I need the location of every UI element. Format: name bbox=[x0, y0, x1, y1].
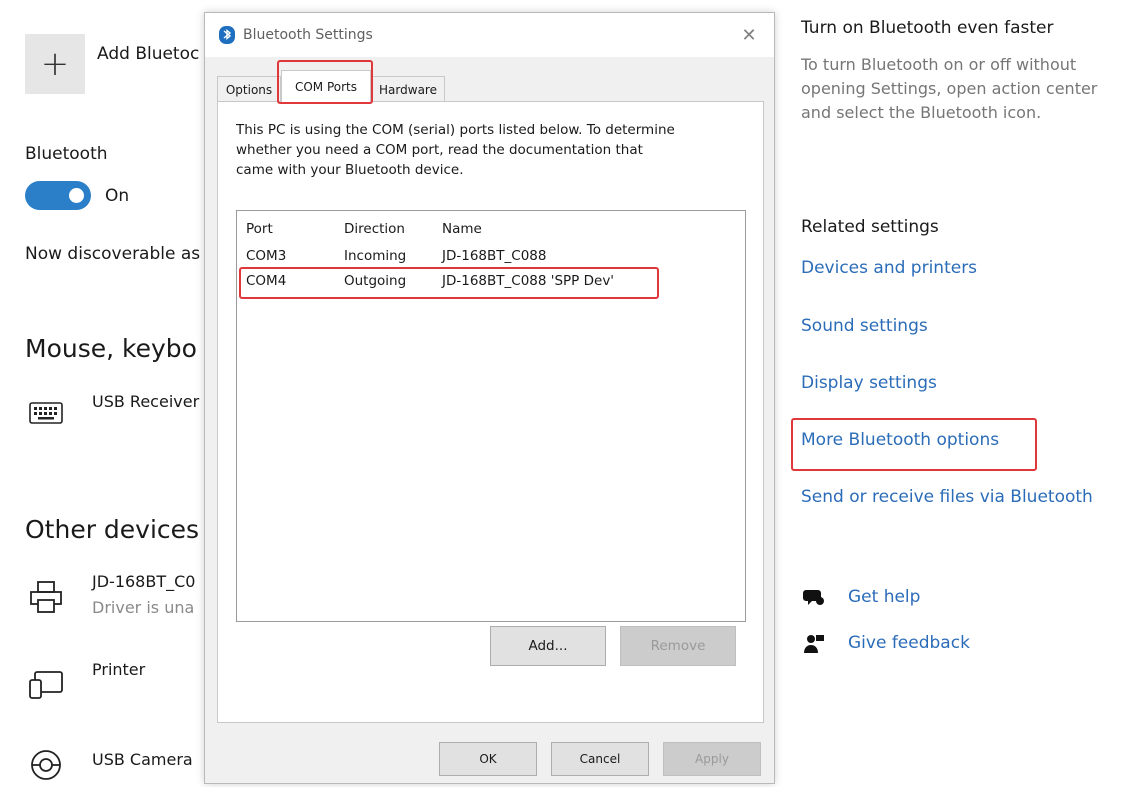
close-icon[interactable]: ✕ bbox=[733, 19, 765, 51]
ok-button[interactable]: OK bbox=[439, 742, 537, 776]
column-header-port[interactable]: Port bbox=[246, 221, 273, 237]
link-sound-settings[interactable]: Sound settings bbox=[801, 316, 928, 336]
other-devices-heading: Other devices bbox=[25, 515, 200, 544]
com-ports-description: This PC is using the COM (serial) ports … bbox=[236, 122, 675, 178]
plus-icon: + bbox=[40, 44, 70, 84]
tab-options[interactable]: Options bbox=[217, 76, 281, 103]
link-send-receive-files[interactable]: Send or receive files via Bluetooth bbox=[801, 487, 1093, 507]
add-device-button[interactable]: + bbox=[25, 34, 85, 94]
devices-icon bbox=[27, 668, 65, 702]
bluetooth-toggle[interactable] bbox=[25, 181, 91, 210]
device-usb-camera[interactable]: USB Camera bbox=[92, 750, 193, 769]
keyboard-icon bbox=[27, 396, 65, 430]
com-ports-list[interactable]: Port Direction Name COM3 Incoming JD-168… bbox=[236, 210, 746, 622]
row-port: COM3 bbox=[246, 248, 287, 264]
add-port-button[interactable]: Add... bbox=[490, 626, 606, 666]
device-usb-receiver[interactable]: USB Receiver bbox=[92, 392, 199, 411]
highlight-com4-row bbox=[239, 267, 659, 299]
dialog-titlebar[interactable]: Bluetooth Settings ✕ bbox=[205, 13, 774, 57]
feedback-icon bbox=[803, 633, 825, 659]
com-ports-panel: This PC is using the COM (serial) ports … bbox=[217, 101, 764, 723]
link-get-help[interactable]: Get help bbox=[848, 587, 920, 607]
link-give-feedback[interactable]: Give feedback bbox=[848, 633, 970, 653]
column-header-direction[interactable]: Direction bbox=[344, 221, 405, 237]
link-more-bluetooth-options[interactable]: More Bluetooth options bbox=[801, 430, 999, 450]
column-header-name[interactable]: Name bbox=[442, 221, 482, 237]
bluetooth-icon bbox=[219, 26, 235, 48]
toggle-state-label: On bbox=[105, 186, 130, 206]
printer-icon bbox=[27, 580, 65, 614]
link-devices-printers[interactable]: Devices and printers bbox=[801, 258, 977, 278]
bluetooth-heading: Bluetooth bbox=[25, 144, 108, 164]
discoverable-text: Now discoverable as bbox=[25, 244, 201, 264]
apply-button[interactable]: Apply bbox=[663, 742, 761, 776]
add-device-label[interactable]: Add Bluetoc bbox=[97, 44, 199, 64]
highlight-com-ports-tab bbox=[277, 60, 373, 104]
device-printer[interactable]: Printer bbox=[92, 660, 145, 679]
device-jd-168bt-status: Driver is una bbox=[92, 598, 195, 617]
row-name: JD-168BT_C088 bbox=[442, 248, 547, 264]
toggle-knob bbox=[69, 188, 84, 203]
remove-port-button[interactable]: Remove bbox=[620, 626, 736, 666]
row-direction: Incoming bbox=[344, 248, 407, 264]
tip-description: To turn Bluetooth on or off without open… bbox=[801, 55, 1098, 122]
help-chat-icon bbox=[803, 587, 825, 611]
table-row[interactable]: COM3 Incoming JD-168BT_C088 bbox=[237, 245, 745, 269]
camera-icon bbox=[27, 748, 65, 782]
dialog-title: Bluetooth Settings bbox=[243, 27, 373, 43]
tip-title: Turn on Bluetooth even faster bbox=[801, 18, 1054, 38]
device-jd-168bt[interactable]: JD-168BT_C0 bbox=[92, 572, 195, 591]
mouse-keyboard-heading: Mouse, keybo bbox=[25, 334, 197, 363]
tab-hardware[interactable]: Hardware bbox=[371, 76, 445, 103]
cancel-button[interactable]: Cancel bbox=[551, 742, 649, 776]
link-display-settings[interactable]: Display settings bbox=[801, 373, 937, 393]
bluetooth-settings-dialog: Bluetooth Settings ✕ Options COM Ports H… bbox=[204, 12, 775, 784]
related-settings-heading: Related settings bbox=[801, 217, 939, 237]
